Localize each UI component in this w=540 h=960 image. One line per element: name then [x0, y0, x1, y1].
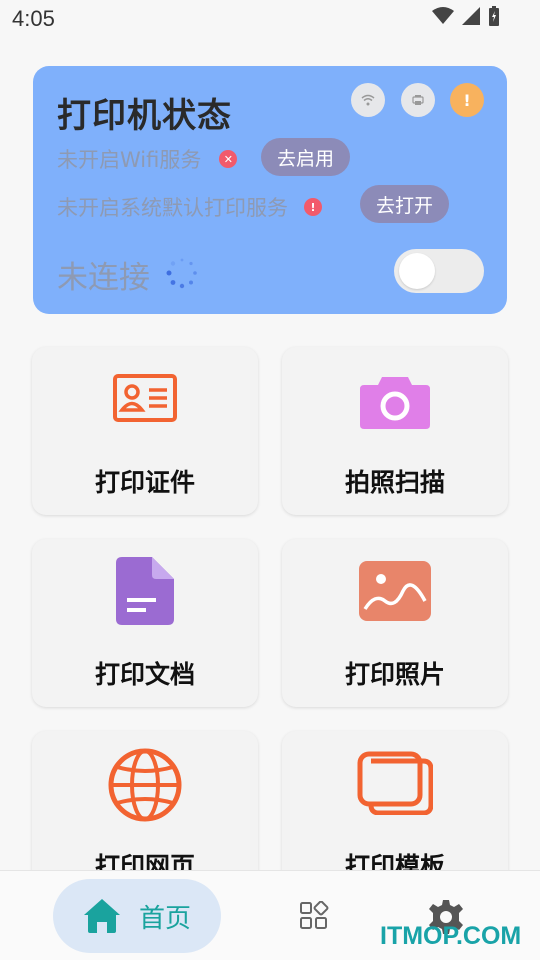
wifi-status-button[interactable] [351, 83, 385, 117]
wifi-status-text: 未开启Wifi服务 [57, 148, 202, 172]
print-service-text: 未开启系统默认打印服务 [57, 196, 288, 220]
home-icon [83, 899, 120, 933]
printer-icon [412, 95, 424, 105]
card-title: 打印机状态 [57, 96, 232, 136]
wifi-icon [361, 94, 375, 106]
id-card-icon [113, 374, 177, 422]
wifi-signal-icon [432, 7, 454, 24]
photo-icon [359, 561, 431, 621]
nav-home-label: 首页 [138, 903, 191, 934]
printer-status-card: 打印机状态 ! 未开启Wifi服务 ✕ 去启用 未开启系统默认打印服务 ! 去打… [33, 66, 507, 314]
nav-home-tab[interactable]: 首页 [53, 879, 221, 953]
template-icon [357, 751, 433, 815]
warning-button[interactable]: ! [450, 83, 484, 117]
status-time: 4:05 [12, 6, 55, 31]
connection-status-text: 未连接 [57, 260, 150, 296]
tile-label: 拍照扫描 [344, 468, 445, 497]
toggle-knob [399, 253, 435, 289]
print-service-error-icon: ! [304, 198, 322, 216]
wifi-status-row: 未开启Wifi服务 ✕ [57, 144, 238, 174]
document-icon [116, 557, 174, 625]
tile-print-document[interactable]: 打印文档 [32, 539, 258, 707]
print-service-row: 未开启系统默认打印服务 ! [57, 192, 322, 222]
open-print-service-button[interactable]: 去打开 [360, 185, 450, 223]
warning-icon: ! [463, 90, 471, 110]
status-bar: 4:05 [0, 0, 540, 36]
camera-icon [360, 377, 430, 429]
tile-label: 打印照片 [344, 660, 445, 689]
enable-wifi-button[interactable]: 去启用 [261, 138, 351, 176]
watermark-text: ITMOP.COM [380, 922, 522, 950]
nav-apps-icon[interactable] [299, 901, 329, 931]
printer-service-button[interactable] [401, 83, 435, 117]
status-icons [432, 6, 500, 26]
connection-toggle[interactable] [394, 249, 484, 293]
loading-spinner-icon [166, 258, 197, 289]
wifi-error-icon: ✕ [219, 150, 238, 168]
tile-scan[interactable]: 拍照扫描 [282, 347, 508, 515]
cell-signal-icon [462, 7, 480, 25]
tile-print-photo[interactable]: 打印照片 [282, 539, 508, 707]
battery-icon [489, 6, 499, 26]
globe-icon [108, 748, 182, 822]
tile-label: 打印证件 [94, 468, 195, 497]
tile-label: 打印文档 [94, 660, 195, 689]
tile-print-id[interactable]: 打印证件 [32, 347, 258, 515]
